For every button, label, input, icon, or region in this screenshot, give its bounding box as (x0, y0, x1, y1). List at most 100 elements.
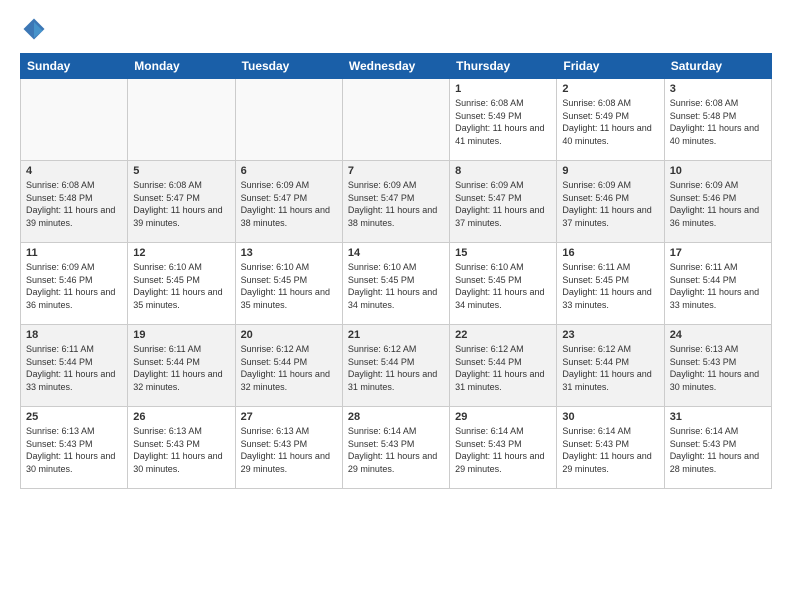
calendar-cell: 26 Sunrise: 6:13 AM Sunset: 5:43 PM Dayli… (128, 407, 235, 489)
calendar-cell: 20 Sunrise: 6:12 AM Sunset: 5:44 PM Dayli… (235, 325, 342, 407)
day-number: 10 (670, 165, 766, 177)
day-number: 21 (348, 329, 444, 341)
calendar-cell: 28 Sunrise: 6:14 AM Sunset: 5:43 PM Dayli… (342, 407, 449, 489)
calendar-cell: 23Sunrise: 6:12 AM Sunset: 5:44 PM Dayli… (557, 325, 664, 407)
calendar-cell: 4 Sunrise: 6:08 AM Sunset: 5:48 PM Daylig… (21, 161, 128, 243)
weekday-header-sunday: Sunday (21, 54, 128, 79)
calendar-table: SundayMondayTuesdayWednesdayThursdayFrid… (20, 53, 772, 489)
calendar-cell: 5 Sunrise: 6:08 AM Sunset: 5:47 PM Daylig… (128, 161, 235, 243)
day-info: Sunrise: 6:14 AM Sunset: 5:43 PM Dayligh… (348, 425, 444, 475)
day-info: Sunrise: 6:09 AM Sunset: 5:47 PM Dayligh… (348, 179, 444, 229)
week-row-2: 4 Sunrise: 6:08 AM Sunset: 5:48 PM Daylig… (21, 161, 772, 243)
calendar-cell: 24 Sunrise: 6:13 AM Sunset: 5:43 PM Dayli… (664, 325, 771, 407)
day-number: 29 (455, 411, 551, 423)
weekday-header-row: SundayMondayTuesdayWednesdayThursdayFrid… (21, 54, 772, 79)
day-info: Sunrise: 6:14 AM Sunset: 5:43 PM Dayligh… (670, 425, 766, 475)
logo (20, 15, 52, 43)
week-row-1: 1 Sunrise: 6:08 AM Sunset: 5:49 PM Daylig… (21, 79, 772, 161)
weekday-header-friday: Friday (557, 54, 664, 79)
day-info: Sunrise: 6:09 AM Sunset: 5:46 PM Dayligh… (670, 179, 766, 229)
calendar-cell: 27 Sunrise: 6:13 AM Sunset: 5:43 PM Dayli… (235, 407, 342, 489)
day-info: Sunrise: 6:09 AM Sunset: 5:47 PM Dayligh… (241, 179, 337, 229)
day-info: Sunrise: 6:14 AM Sunset: 5:43 PM Dayligh… (562, 425, 658, 475)
calendar-cell (21, 79, 128, 161)
day-number: 5 (133, 165, 229, 177)
calendar-cell: 6 Sunrise: 6:09 AM Sunset: 5:47 PM Daylig… (235, 161, 342, 243)
day-info: Sunrise: 6:10 AM Sunset: 5:45 PM Dayligh… (241, 261, 337, 311)
calendar-cell: 31 Sunrise: 6:14 AM Sunset: 5:43 PM Dayli… (664, 407, 771, 489)
weekday-header-monday: Monday (128, 54, 235, 79)
day-info: Sunrise: 6:08 AM Sunset: 5:47 PM Dayligh… (133, 179, 229, 229)
calendar-cell: 25 Sunrise: 6:13 AM Sunset: 5:43 PM Dayli… (21, 407, 128, 489)
calendar-cell: 19 Sunrise: 6:11 AM Sunset: 5:44 PM Dayli… (128, 325, 235, 407)
day-number: 3 (670, 83, 766, 95)
day-info: Sunrise: 6:08 AM Sunset: 5:48 PM Dayligh… (26, 179, 122, 229)
day-info: Sunrise: 6:10 AM Sunset: 5:45 PM Dayligh… (348, 261, 444, 311)
calendar-cell: 3 Sunrise: 6:08 AM Sunset: 5:48 PM Daylig… (664, 79, 771, 161)
day-info: Sunrise: 6:09 AM Sunset: 5:46 PM Dayligh… (26, 261, 122, 311)
day-number: 16 (562, 247, 658, 259)
day-info: Sunrise: 6:11 AM Sunset: 5:45 PM Dayligh… (562, 261, 658, 311)
day-number: 1 (455, 83, 551, 95)
weekday-header-wednesday: Wednesday (342, 54, 449, 79)
day-info: Sunrise: 6:10 AM Sunset: 5:45 PM Dayligh… (455, 261, 551, 311)
day-info: Sunrise: 6:13 AM Sunset: 5:43 PM Dayligh… (26, 425, 122, 475)
calendar-cell (235, 79, 342, 161)
day-number: 28 (348, 411, 444, 423)
calendar-cell: 8Sunrise: 6:09 AM Sunset: 5:47 PM Daylig… (450, 161, 557, 243)
weekday-header-saturday: Saturday (664, 54, 771, 79)
day-number: 31 (670, 411, 766, 423)
day-number: 7 (348, 165, 444, 177)
calendar-cell: 1 Sunrise: 6:08 AM Sunset: 5:49 PM Daylig… (450, 79, 557, 161)
calendar-cell: 9 Sunrise: 6:09 AM Sunset: 5:46 PM Daylig… (557, 161, 664, 243)
calendar-cell: 16 Sunrise: 6:11 AM Sunset: 5:45 PM Dayli… (557, 243, 664, 325)
day-number: 14 (348, 247, 444, 259)
calendar-cell: 17Sunrise: 6:11 AM Sunset: 5:44 PM Dayli… (664, 243, 771, 325)
day-number: 20 (241, 329, 337, 341)
day-info: Sunrise: 6:11 AM Sunset: 5:44 PM Dayligh… (670, 261, 766, 311)
weekday-header-thursday: Thursday (450, 54, 557, 79)
day-number: 12 (133, 247, 229, 259)
calendar-cell: 2Sunrise: 6:08 AM Sunset: 5:49 PM Daylig… (557, 79, 664, 161)
day-info: Sunrise: 6:13 AM Sunset: 5:43 PM Dayligh… (241, 425, 337, 475)
day-info: Sunrise: 6:13 AM Sunset: 5:43 PM Dayligh… (670, 343, 766, 393)
day-info: Sunrise: 6:11 AM Sunset: 5:44 PM Dayligh… (26, 343, 122, 393)
day-number: 13 (241, 247, 337, 259)
day-number: 23 (562, 329, 658, 341)
day-number: 27 (241, 411, 337, 423)
calendar-cell (128, 79, 235, 161)
day-number: 19 (133, 329, 229, 341)
day-number: 15 (455, 247, 551, 259)
calendar-cell: 12 Sunrise: 6:10 AM Sunset: 5:45 PM Dayli… (128, 243, 235, 325)
day-info: Sunrise: 6:08 AM Sunset: 5:49 PM Dayligh… (562, 97, 658, 147)
calendar-cell: 13 Sunrise: 6:10 AM Sunset: 5:45 PM Dayli… (235, 243, 342, 325)
day-number: 22 (455, 329, 551, 341)
calendar-cell: 10 Sunrise: 6:09 AM Sunset: 5:46 PM Dayli… (664, 161, 771, 243)
calendar-cell: 30 Sunrise: 6:14 AM Sunset: 5:43 PM Dayli… (557, 407, 664, 489)
day-number: 11 (26, 247, 122, 259)
day-info: Sunrise: 6:08 AM Sunset: 5:48 PM Dayligh… (670, 97, 766, 147)
day-number: 25 (26, 411, 122, 423)
day-number: 6 (241, 165, 337, 177)
day-number: 18 (26, 329, 122, 341)
day-number: 24 (670, 329, 766, 341)
day-number: 9 (562, 165, 658, 177)
calendar-cell: 7 Sunrise: 6:09 AM Sunset: 5:47 PM Daylig… (342, 161, 449, 243)
day-info: Sunrise: 6:11 AM Sunset: 5:44 PM Dayligh… (133, 343, 229, 393)
day-number: 26 (133, 411, 229, 423)
day-number: 30 (562, 411, 658, 423)
day-info: Sunrise: 6:09 AM Sunset: 5:47 PM Dayligh… (455, 179, 551, 229)
calendar-cell (342, 79, 449, 161)
day-info: Sunrise: 6:12 AM Sunset: 5:44 PM Dayligh… (455, 343, 551, 393)
day-info: Sunrise: 6:13 AM Sunset: 5:43 PM Dayligh… (133, 425, 229, 475)
calendar-cell: 18 Sunrise: 6:11 AM Sunset: 5:44 PM Dayli… (21, 325, 128, 407)
day-info: Sunrise: 6:12 AM Sunset: 5:44 PM Dayligh… (241, 343, 337, 393)
day-info: Sunrise: 6:10 AM Sunset: 5:45 PM Dayligh… (133, 261, 229, 311)
day-info: Sunrise: 6:09 AM Sunset: 5:46 PM Dayligh… (562, 179, 658, 229)
page: SundayMondayTuesdayWednesdayThursdayFrid… (0, 0, 792, 612)
week-row-3: 11 Sunrise: 6:09 AM Sunset: 5:46 PM Dayli… (21, 243, 772, 325)
day-info: Sunrise: 6:08 AM Sunset: 5:49 PM Dayligh… (455, 97, 551, 147)
calendar-cell: 29Sunrise: 6:14 AM Sunset: 5:43 PM Dayli… (450, 407, 557, 489)
day-number: 4 (26, 165, 122, 177)
day-info: Sunrise: 6:12 AM Sunset: 5:44 PM Dayligh… (348, 343, 444, 393)
